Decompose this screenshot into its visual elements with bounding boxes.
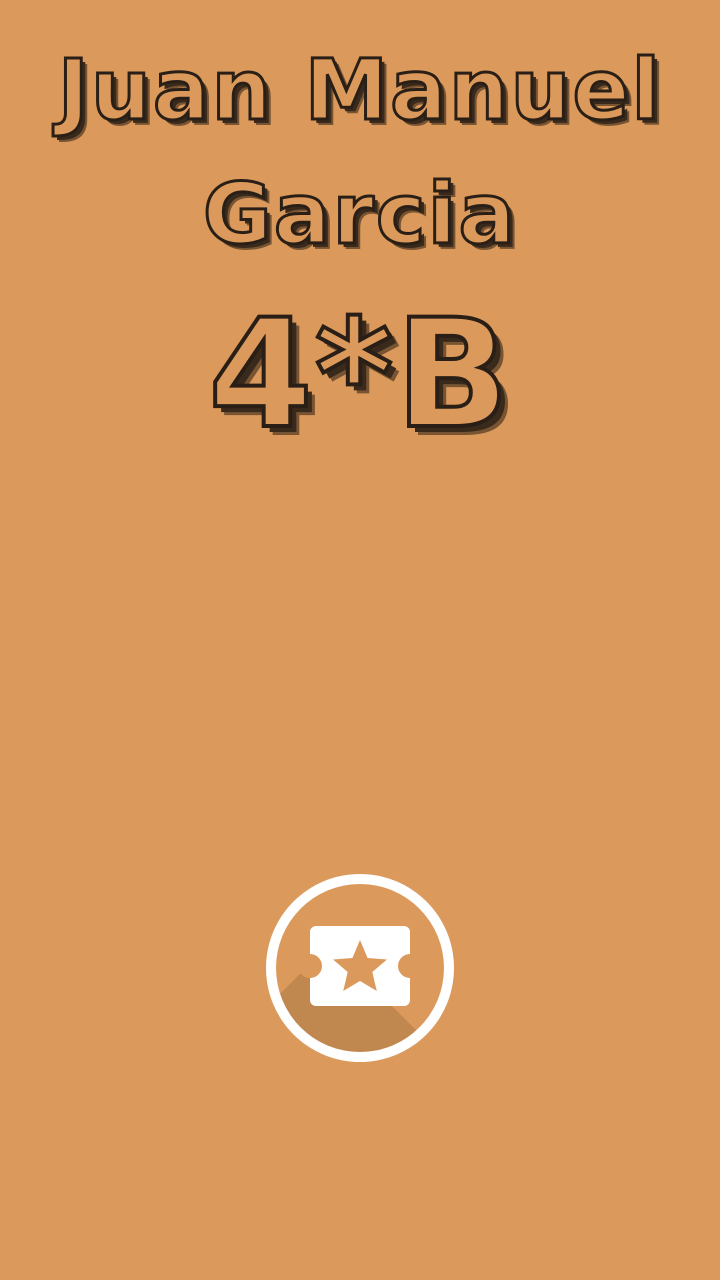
star-icon	[333, 940, 387, 991]
ticket-star-icon	[298, 926, 422, 1006]
student-name-last: Garcia	[201, 165, 518, 263]
grade-label: 4*B	[206, 288, 512, 462]
student-name-first: Juan Manuel	[56, 41, 663, 139]
ticket-launcher-button[interactable]	[266, 874, 454, 1062]
launcher-icon-background	[276, 884, 444, 1052]
